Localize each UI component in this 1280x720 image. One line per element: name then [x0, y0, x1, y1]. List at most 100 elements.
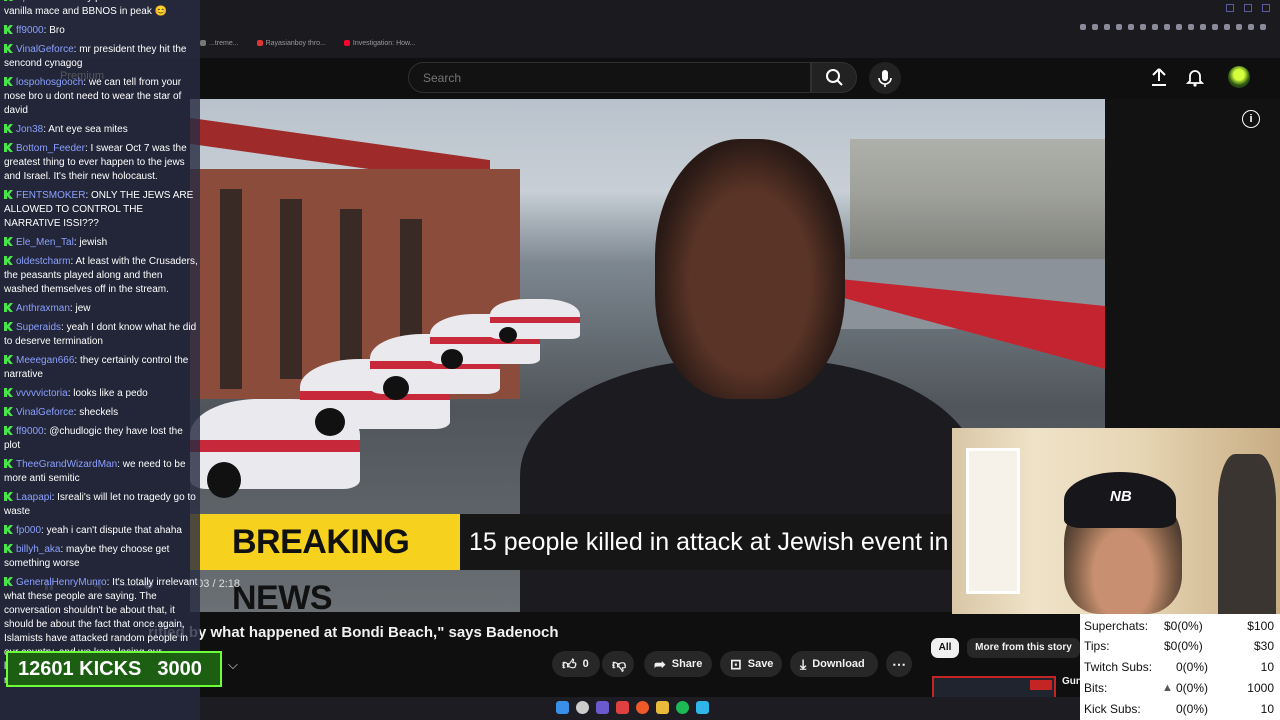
like-count: 0	[582, 658, 589, 670]
related-video-title[interactable]: Gun	[1062, 676, 1082, 688]
stat-label: Kick Subs:	[1084, 702, 1141, 716]
share-label: Share	[671, 658, 703, 670]
cap-logo: NB	[1110, 488, 1132, 505]
garage-door	[340, 209, 362, 369]
chat-message: Ele_Men_Tal: jewish	[4, 236, 198, 250]
create-button[interactable]	[1148, 66, 1170, 88]
discord-icon[interactable]	[596, 701, 609, 714]
chat-username[interactable]: TheeGrandWizardMan	[16, 459, 117, 470]
chat-username[interactable]: VinalGeforce	[16, 407, 74, 418]
download-button[interactable]: ⤓ Download	[790, 651, 878, 677]
browser-icon[interactable]	[636, 701, 649, 714]
kicks-count: 12601 KICKS	[18, 658, 142, 680]
stream-chat-overlay: Premium SpecsTibbs: they put frontloade …	[0, 0, 200, 720]
chat-username[interactable]: lospohosgooch	[16, 77, 83, 88]
chat-username[interactable]: VinalGeforce	[16, 44, 74, 55]
kick-badge-icon	[4, 426, 13, 435]
kick-badge-icon	[4, 388, 13, 397]
garage-door	[220, 189, 242, 389]
kicks-goal-bar: 12601 KICKS 3000	[6, 651, 222, 687]
video-title: rified by what happened at Bondi Beach,"…	[148, 624, 559, 641]
chat-username[interactable]: SpecsTibbs	[16, 0, 68, 3]
chat-username[interactable]: Jon38	[16, 124, 43, 135]
chat-message: Jon38: Ant eye sea mites	[4, 123, 198, 137]
app-icon[interactable]	[696, 701, 709, 714]
kick-badge-icon	[4, 237, 13, 246]
stat-row-kick-subs: Kick Subs: 0(0%) 10	[1084, 699, 1278, 719]
info-icon[interactable]: i	[1242, 110, 1260, 128]
extension-icons[interactable]	[1080, 24, 1266, 30]
chat-text: jewish	[79, 237, 108, 248]
kick-badge-icon	[4, 303, 13, 312]
chat-username[interactable]: Meeegan666	[16, 355, 74, 366]
chat-username[interactable]: oldestcharm	[16, 256, 70, 267]
stat-goal: $100	[1247, 619, 1274, 633]
chat-username[interactable]: ff9000	[16, 426, 44, 437]
save-button[interactable]: ⊡ Save	[720, 651, 782, 677]
chat-message: FENTSMOKER: ONLY THE JEWS ARE ALLOWED TO…	[4, 190, 194, 229]
more-actions-button[interactable]: ⋯	[886, 651, 912, 677]
stat-label: Bits:	[1084, 681, 1108, 695]
chat-message: Meeegan666: they certainly control the n…	[4, 355, 189, 380]
dislike-button[interactable]: 👎︎	[602, 651, 634, 677]
streamer-webcam: NB	[952, 428, 1280, 614]
bookmark-item[interactable]: ...treme...	[200, 40, 239, 54]
taskbar-search-icon[interactable]	[576, 701, 589, 714]
spotify-icon[interactable]	[676, 701, 689, 714]
chat-message: ff9000: Bro	[4, 24, 198, 38]
kick-badge-icon	[4, 25, 13, 34]
donation-stats-panel: Superchats: $0(0%) $100 Tips: $0(0%) $30…	[1080, 614, 1280, 720]
presenter-head	[655, 139, 845, 399]
chat-message: Superaids: yeah I dont know what he did …	[4, 322, 197, 347]
kick-badge-icon	[4, 124, 13, 133]
kick-badge-icon	[4, 77, 13, 86]
kick-badge-icon	[4, 355, 13, 364]
chat-username[interactable]: Anthraxman	[16, 303, 70, 314]
save-label: Save	[747, 658, 774, 670]
chat-username[interactable]: Ele_Men_Tal	[16, 237, 74, 248]
thumbs-down-icon: 👎︎	[612, 656, 627, 672]
search-box[interactable]	[408, 62, 811, 93]
chat-username[interactable]: billyh_aka	[16, 544, 60, 555]
chat-message: ff9000: @chudlogic they have lost the pl…	[4, 426, 183, 451]
chat-username[interactable]: Superaids	[16, 322, 61, 333]
chat-username[interactable]: Bottom_Feeder	[16, 143, 85, 154]
stat-goal: 10	[1260, 660, 1274, 674]
chat-message: vvvvvictoria: looks like a pedo	[4, 387, 198, 401]
chat-message: TheeGrandWizardMan: we need to be more a…	[4, 459, 186, 484]
account-avatar[interactable]	[1228, 66, 1250, 88]
window	[966, 448, 1020, 594]
notifications-button[interactable]	[1184, 66, 1206, 88]
share-button[interactable]: ➦ Share	[644, 651, 712, 677]
chat-text: jew	[75, 303, 91, 314]
chat-username[interactable]: GeneralHenryMunro	[16, 577, 107, 588]
stat-goal: 10	[1260, 702, 1274, 716]
chat-message: Bottom_Feeder: I swear Oct 7 was the gre…	[4, 143, 187, 182]
chat-username[interactable]: vvvvvictoria	[16, 388, 68, 399]
chip-all[interactable]: All	[931, 638, 959, 658]
bookmark-item[interactable]: Rayasianboy thro...	[256, 40, 326, 54]
chat-message: VinalGeforce: mr president they hit the …	[4, 44, 187, 69]
stat-value: 0(0%)	[1176, 681, 1209, 695]
search-button[interactable]	[811, 62, 857, 93]
search-input[interactable]	[421, 70, 795, 86]
chat-username[interactable]: Laapapi	[16, 492, 52, 503]
chat-message: Laapapi: Isreali's will let no tragedy g…	[4, 492, 196, 517]
share-icon: ➦	[654, 656, 666, 672]
chevron-down-icon[interactable]: ⌵	[228, 657, 244, 673]
window-controls[interactable]	[1226, 4, 1270, 12]
chat-username[interactable]: ff9000	[16, 25, 44, 36]
stat-row-superchats: Superchats: $0(0%) $100	[1084, 616, 1278, 636]
chip-more-from-story[interactable]: More from this story	[967, 638, 1080, 658]
folder-icon[interactable]	[656, 701, 669, 714]
voice-search-button[interactable]	[869, 62, 901, 94]
chat-username[interactable]: fp000	[16, 525, 41, 536]
bookmarks-bar: ...treme... Rayasianboy thro... Investig…	[200, 40, 416, 54]
chat-username[interactable]: FENTSMOKER	[16, 190, 85, 201]
bookmark-item[interactable]: Investigation: How...	[343, 40, 416, 54]
obs-icon[interactable]	[616, 701, 629, 714]
kick-badge-icon	[4, 544, 13, 553]
stat-goal: $30	[1253, 639, 1274, 653]
windows-start-icon[interactable]	[556, 701, 569, 714]
like-button[interactable]: 👍︎ 0	[552, 651, 600, 677]
